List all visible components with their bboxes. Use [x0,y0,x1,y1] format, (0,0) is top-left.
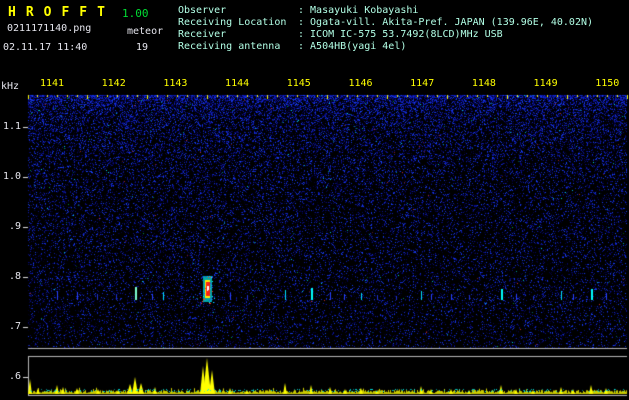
hrofft-app-window: HROFFT 1.00 0211171140.png meteor 02.11.… [0,0,629,400]
spectrogram-canvas [0,0,629,400]
